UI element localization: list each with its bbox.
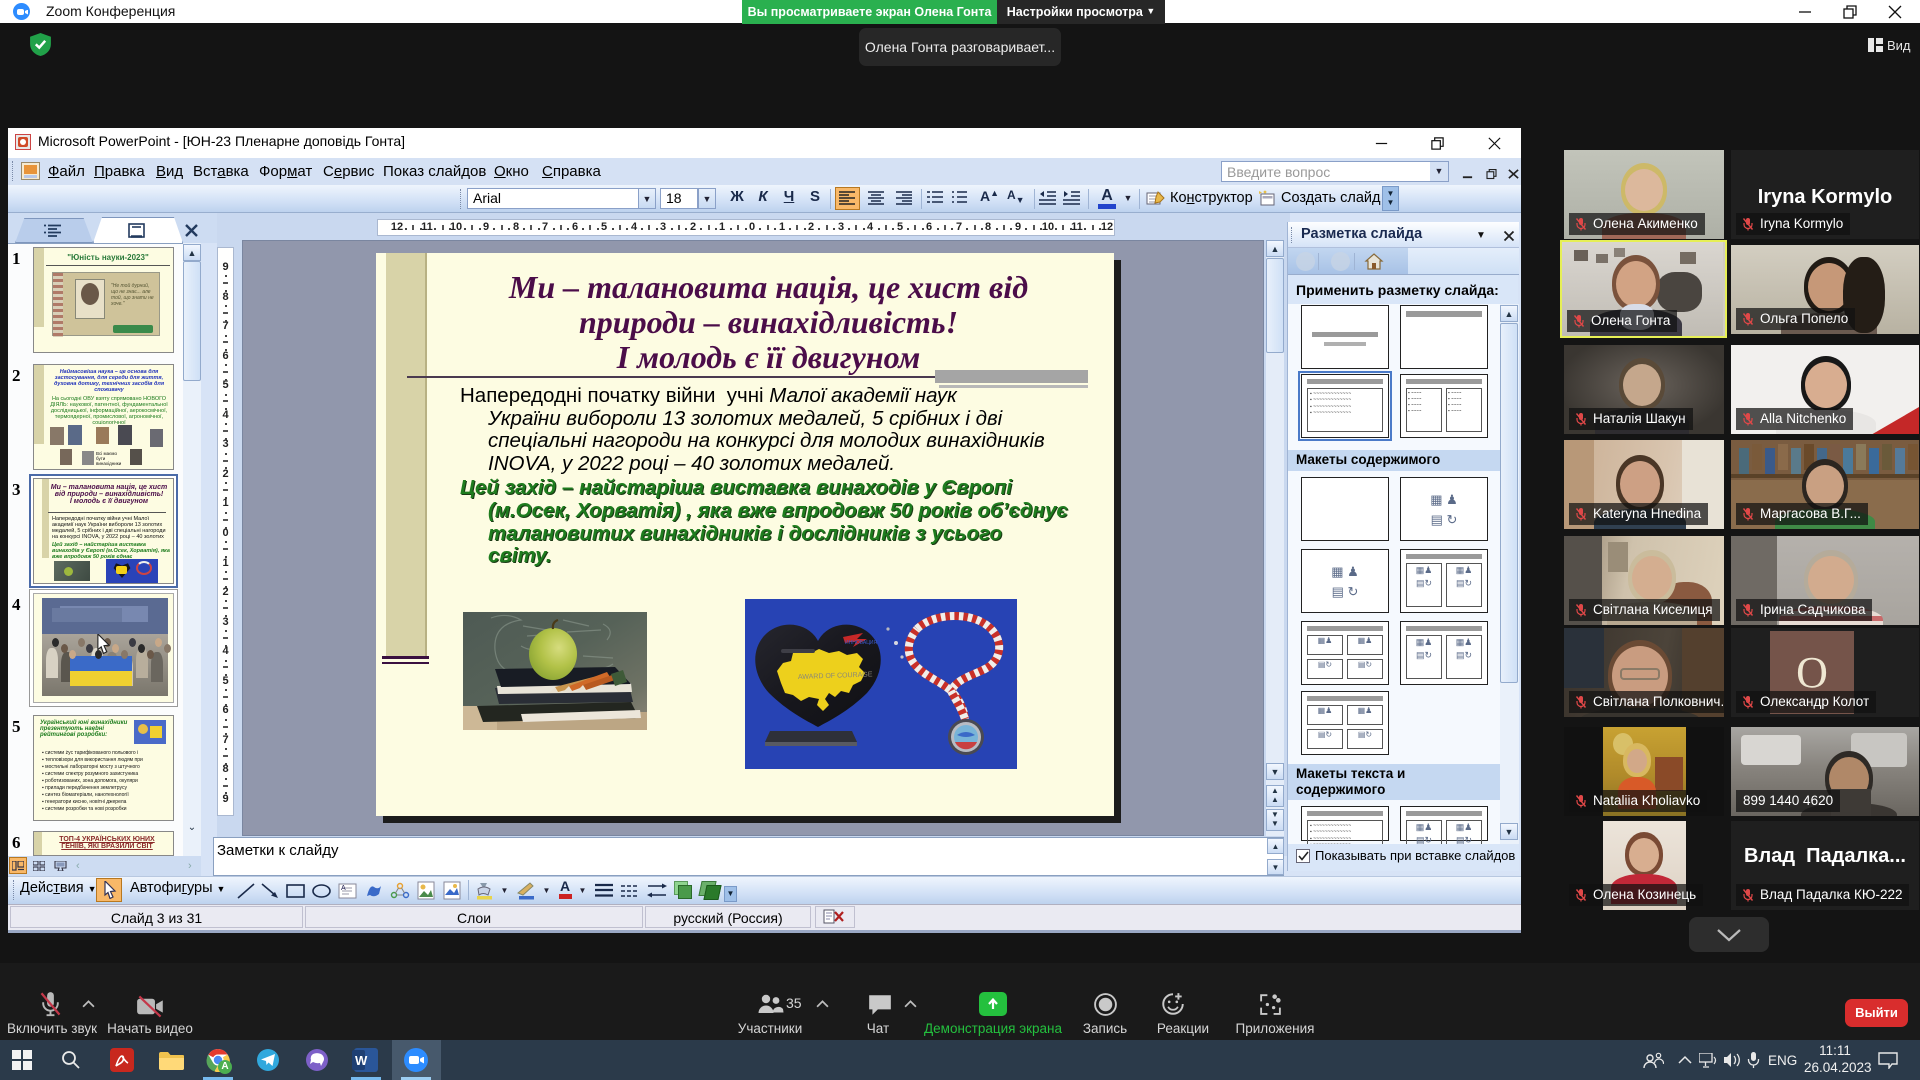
svg-text:ИННОВАЦИЯ: ИННОВАЦИЯ	[845, 640, 878, 646]
